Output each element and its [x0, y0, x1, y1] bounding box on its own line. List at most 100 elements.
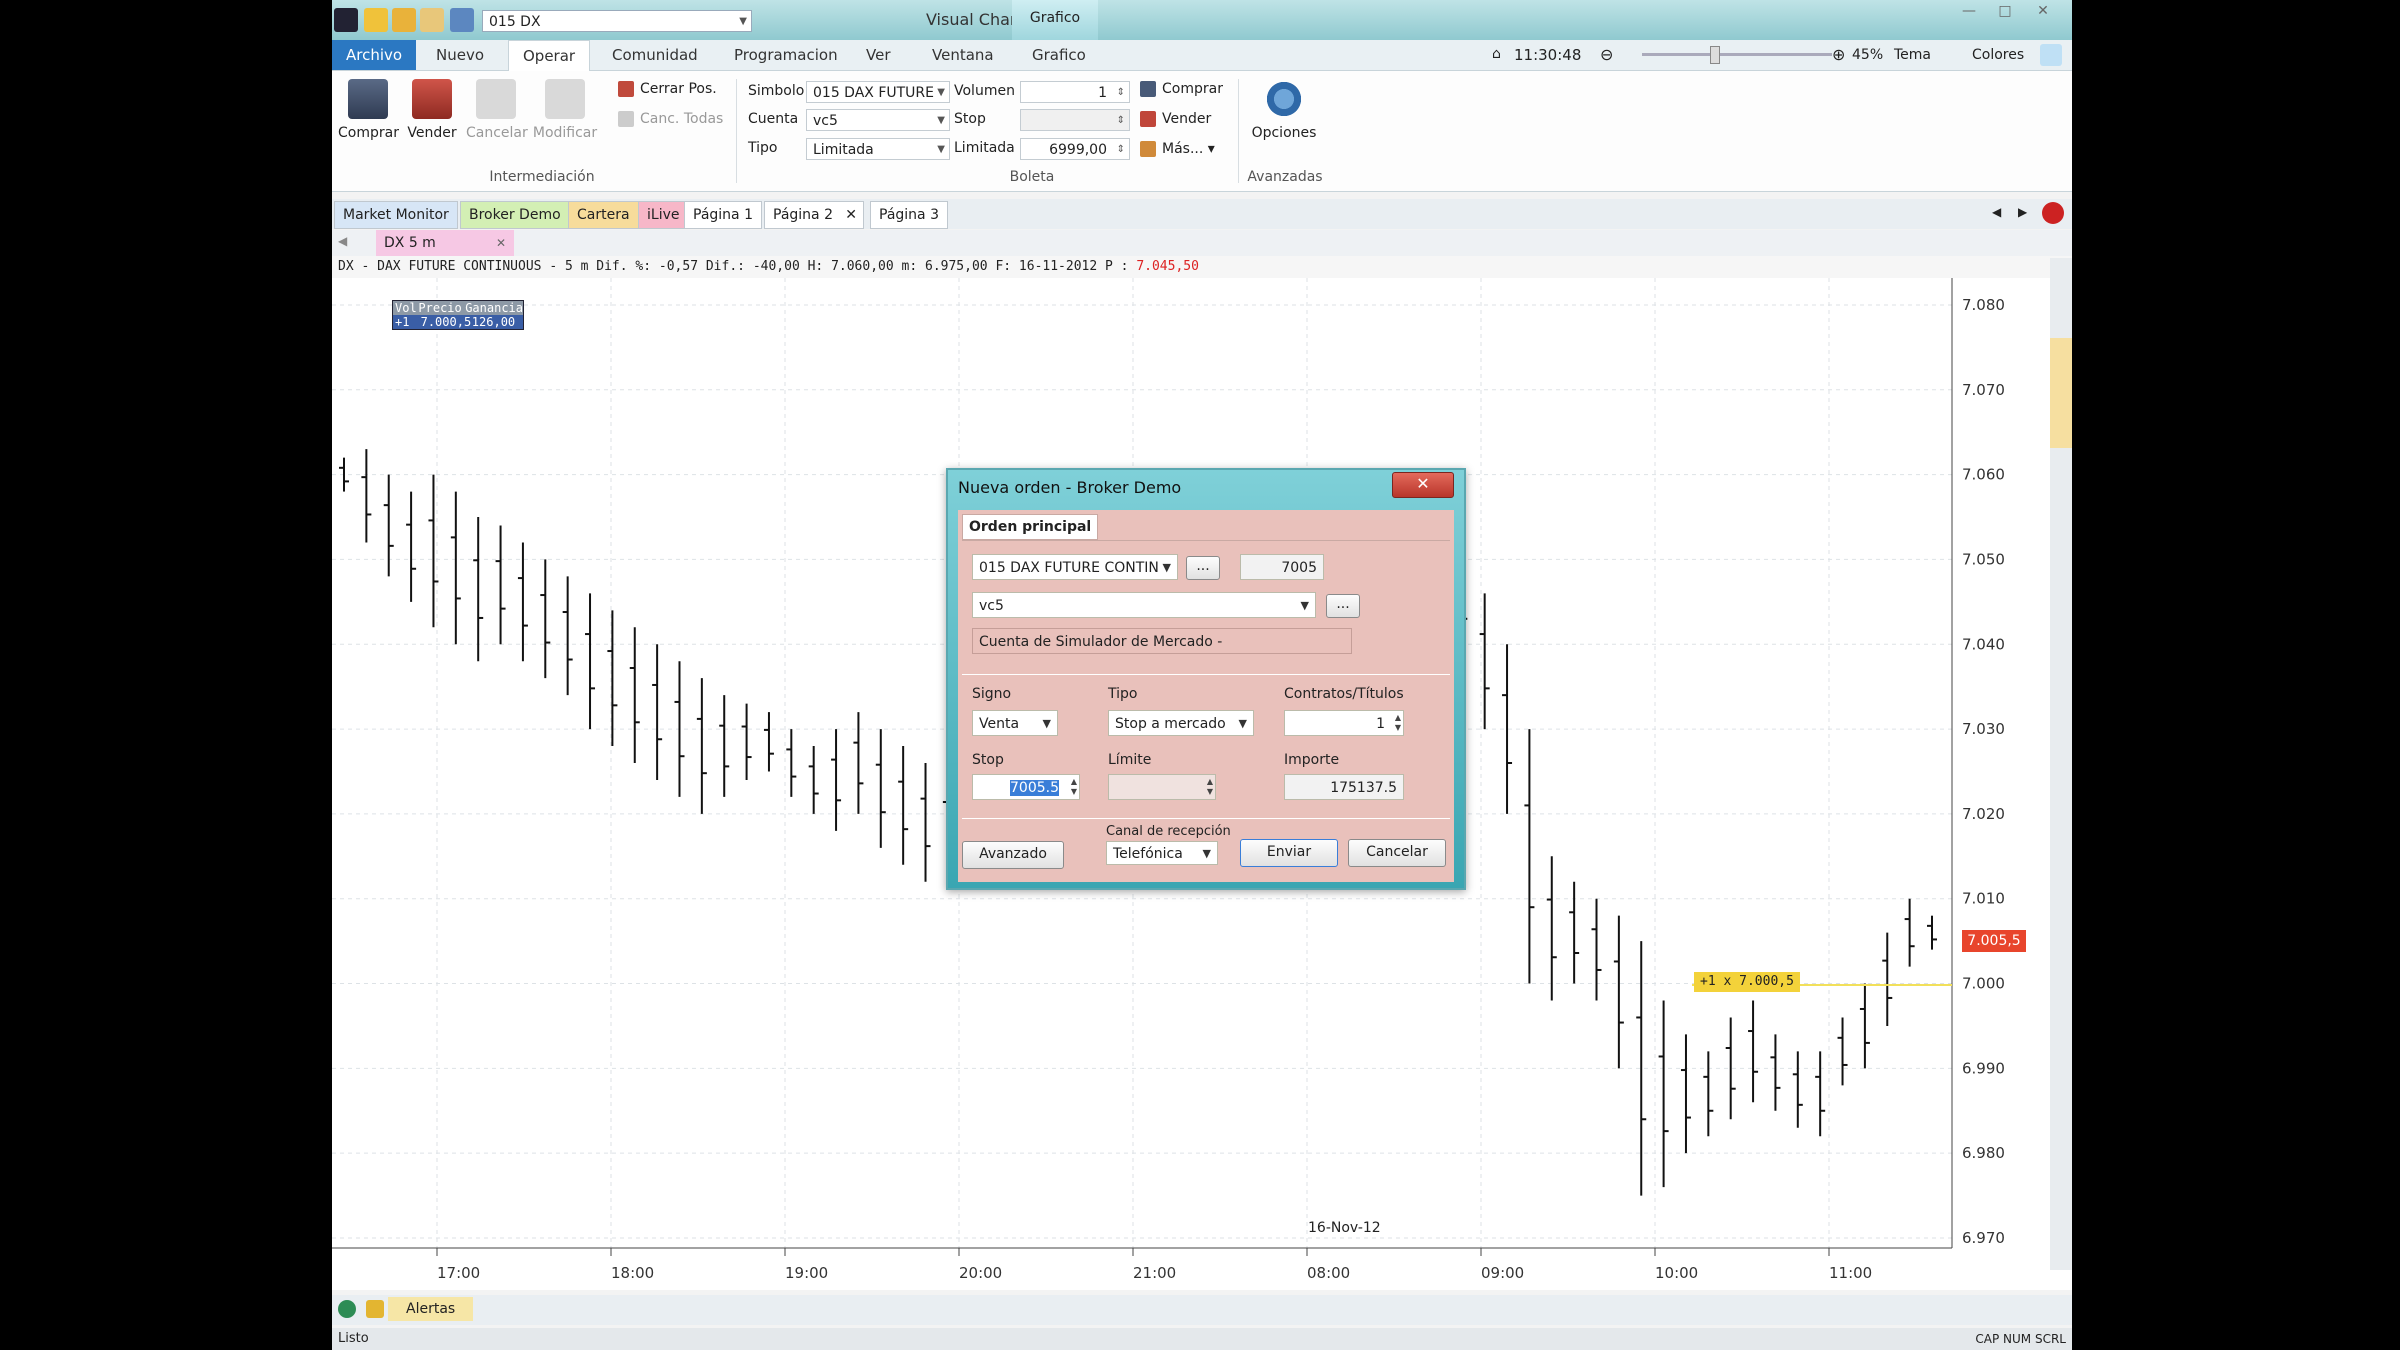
tabs-right-arrow-icon[interactable]: ▶	[2018, 205, 2027, 219]
comprar-small-label: Comprar	[1162, 81, 1223, 97]
opciones-button[interactable]: Opciones	[1246, 79, 1322, 141]
tab-operar[interactable]: Operar	[508, 40, 591, 71]
colores-menu[interactable]: Colores	[1972, 40, 2024, 70]
folder-icon[interactable]	[420, 8, 444, 32]
status-bar: Listo CAP NUM SCRL	[332, 1328, 2072, 1350]
simbolo-field[interactable]: 015 DAX FUTURE ▼	[806, 81, 950, 103]
position-tag[interactable]: +1 x 7.000,5	[1694, 972, 1800, 992]
dialog-close-button[interactable]: ✕	[1392, 472, 1454, 498]
volumen-field[interactable]: 1 ⇕	[1020, 81, 1130, 103]
close-tab-icon[interactable]: ✕	[496, 230, 506, 256]
tab-ver[interactable]: Ver	[852, 40, 905, 70]
close-window-icon[interactable]: ✕	[2026, 0, 2060, 22]
canal-select[interactable]: Telefónica ▼	[1106, 841, 1218, 865]
tab-archivo[interactable]: Archivo	[332, 40, 417, 70]
tema-menu[interactable]: Tema	[1894, 40, 1931, 70]
stop-input[interactable]: 7005.5 ▲ ▼	[972, 774, 1080, 800]
account-browse-button[interactable]: ...	[1326, 594, 1360, 618]
comprar-button[interactable]: Comprar	[338, 79, 399, 141]
minimize-icon[interactable]: —	[1952, 0, 1986, 22]
modificar-button[interactable]: Modificar	[530, 79, 600, 141]
zoom-slider-knob[interactable]	[1710, 46, 1720, 64]
zoom-level: 45%	[1852, 47, 1884, 63]
canc-todas-button[interactable]: Canc. Todas	[618, 111, 723, 127]
properties-tab[interactable]	[2050, 338, 2072, 448]
cancelar-button[interactable]: Cancelar	[466, 79, 528, 141]
spinner-icon[interactable]: ⇕	[1117, 110, 1125, 132]
community-icon[interactable]	[338, 1300, 356, 1318]
canc-todas-label: Canc. Todas	[640, 111, 724, 127]
maximize-icon[interactable]: □	[1988, 0, 2022, 22]
cuenta-field[interactable]: vc5 ▼	[806, 109, 950, 131]
tipo-field[interactable]: Limitada ▼	[806, 138, 950, 160]
contratos-field[interactable]: 1 ▲ ▼	[1284, 710, 1404, 736]
spinner-icon[interactable]: ▲ ▼	[1207, 777, 1213, 797]
spinner-icon[interactable]: ⇕	[1117, 82, 1125, 104]
limite-input[interactable]: ▲ ▼	[1108, 774, 1216, 800]
limitada-field[interactable]: 6999,00 ⇕	[1020, 138, 1130, 160]
dialog-account-select[interactable]: vc5 ▼	[972, 592, 1316, 618]
tipo-label: Tipo	[1108, 686, 1138, 702]
tab-market-monitor[interactable]: Market Monitor	[334, 201, 458, 229]
ribbon-tab-row: Archivo Nuevo Operar Comunidad Programac…	[332, 40, 2072, 71]
vender-label: Vender	[407, 125, 457, 141]
tab-broker-demo[interactable]: Broker Demo	[460, 201, 570, 229]
tab-orden-principal[interactable]: Orden principal	[962, 514, 1099, 540]
chevron-down-icon: ▼	[1042, 717, 1051, 730]
stop-label: Stop	[954, 111, 986, 127]
signo-select[interactable]: Venta ▼	[972, 710, 1058, 736]
dialog-symbol-select[interactable]: 015 DAX FUTURE CONTIN ▼	[972, 554, 1178, 580]
context-tab-grafico[interactable]: Grafico	[1012, 0, 1098, 40]
tab-grafico[interactable]: Grafico	[1018, 40, 1100, 70]
record-icon[interactable]	[2042, 202, 2064, 224]
tab-pagina-2[interactable]: Página 2 ✕	[764, 201, 864, 229]
enviar-button[interactable]: Enviar	[1240, 839, 1338, 867]
page-tabs: Market Monitor Broker Demo Cartera iLive…	[332, 199, 2072, 229]
stop-field[interactable]: ⇕	[1020, 109, 1130, 131]
position-box-value: 7.000,5	[420, 315, 472, 329]
opciones-label: Opciones	[1251, 125, 1317, 141]
zoom-slider[interactable]	[1642, 53, 1832, 56]
help-icon[interactable]	[2040, 44, 2062, 66]
tab-ilive[interactable]: iLive	[638, 201, 689, 229]
tab-comunidad[interactable]: Comunidad	[598, 40, 712, 70]
zoom-out-icon[interactable]: ⊖	[1600, 45, 1613, 64]
tipo-select[interactable]: Stop a mercado ▼	[1108, 710, 1254, 736]
tab-nuevo[interactable]: Nuevo	[422, 40, 498, 70]
tab-pagina-1[interactable]: Página 1	[684, 201, 762, 229]
sell-quick-icon[interactable]	[392, 8, 416, 32]
vender-button[interactable]: Vender	[402, 79, 462, 141]
avanzado-button[interactable]: Avanzado	[962, 841, 1064, 869]
buy-icon	[1140, 81, 1156, 97]
zoom-in-icon[interactable]: ⊕	[1832, 45, 1845, 64]
position-box: Vol Precio Ganancia +1 7.000,5 126,00	[392, 300, 524, 330]
mas-button[interactable]: Más... ▾	[1140, 141, 1215, 157]
tab-pagina-2-label: Página 2	[773, 207, 833, 223]
spinner-icon[interactable]: ▲ ▼	[1395, 713, 1401, 733]
grid-icon[interactable]	[450, 8, 474, 32]
tab-cartera[interactable]: Cartera	[568, 201, 639, 229]
spinner-icon[interactable]: ⇕	[1117, 139, 1125, 161]
comprar-small-button[interactable]: Comprar	[1140, 81, 1223, 97]
symbol-browse-button[interactable]: ...	[1186, 556, 1220, 580]
tab-ventana[interactable]: Ventana	[918, 40, 1008, 70]
tabs-left-arrow-icon[interactable]: ◀	[1992, 205, 2001, 219]
cancelar-button[interactable]: Cancelar	[1348, 839, 1446, 867]
alarm-icon[interactable]: ⌂	[1492, 46, 1501, 62]
chart-tabs-left-arrow-icon[interactable]: ◀	[338, 234, 347, 248]
buy-quick-icon[interactable]	[364, 8, 388, 32]
close-tab-icon[interactable]: ✕	[845, 202, 857, 228]
vender-small-button[interactable]: Vender	[1140, 111, 1211, 127]
tab-dx-5m[interactable]: DX 5 m ✕	[376, 230, 514, 256]
cancel-all-icon	[618, 111, 634, 127]
section-divider	[962, 818, 1450, 819]
tab-dx-5m-label: DX 5 m	[384, 235, 436, 251]
comprar-label: Comprar	[338, 125, 399, 141]
symbol-combo[interactable]: 015 DX ▼	[482, 10, 752, 32]
tab-pagina-3[interactable]: Página 3	[870, 201, 948, 229]
cerrar-pos-button[interactable]: Cerrar Pos.	[618, 81, 717, 97]
spinner-icon[interactable]: ▲ ▼	[1071, 777, 1077, 797]
alertas-tab[interactable]: Alertas	[388, 1297, 474, 1321]
tab-programacion[interactable]: Programacion	[720, 40, 852, 70]
alerts-icon[interactable]	[366, 1300, 384, 1318]
